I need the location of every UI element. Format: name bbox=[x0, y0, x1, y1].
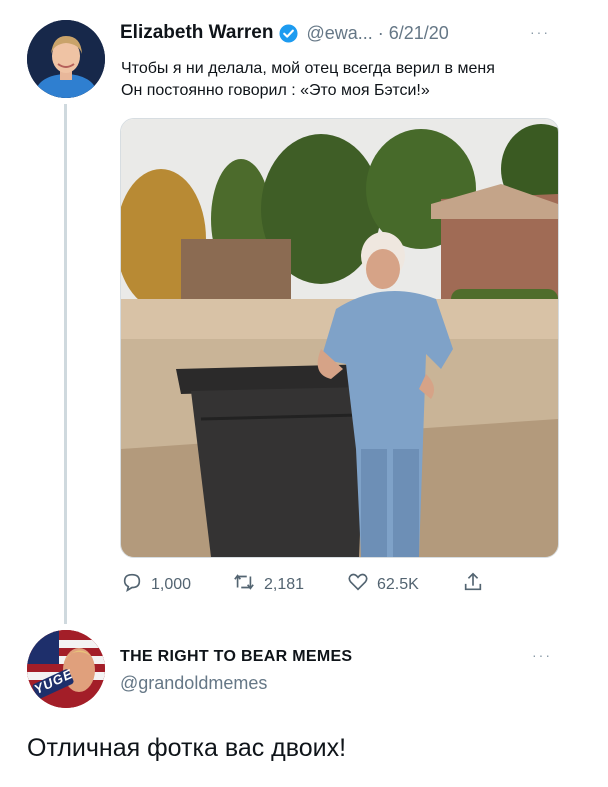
tweet-photo[interactable] bbox=[120, 118, 559, 558]
reply-count: 1,000 bbox=[151, 575, 192, 593]
thread-line bbox=[64, 104, 67, 624]
reply-author-handle[interactable]: @grandoldmemes bbox=[120, 673, 267, 694]
reply-avatar[interactable]: YUGE bbox=[27, 630, 105, 708]
author-name[interactable]: Elizabeth Warren bbox=[120, 22, 273, 44]
reply-author-name[interactable]: THE RIGHT TO BEAR MEMES bbox=[120, 648, 352, 666]
tweet-photo-image bbox=[121, 119, 558, 557]
tweet-text: Чтобы я ни делала, мой отец всегда верил… bbox=[121, 58, 601, 102]
retweet-count: 2,181 bbox=[264, 575, 305, 593]
author-handle-date[interactable]: @ewa... · 6/21/20 bbox=[306, 23, 448, 44]
reply-text: Отличная фотка вас двоих! bbox=[27, 734, 347, 762]
author-avatar[interactable] bbox=[27, 20, 105, 98]
author-avatar-image bbox=[27, 20, 105, 98]
share-icon bbox=[462, 570, 484, 599]
share-action[interactable] bbox=[462, 570, 484, 599]
tweet-text-line-2: Он постоянно говорил : «Это моя Бэтси!» bbox=[121, 82, 430, 99]
reply-icon bbox=[121, 571, 143, 598]
more-options-icon[interactable]: ··· bbox=[530, 24, 550, 40]
verified-badge-icon bbox=[279, 23, 298, 43]
retweet-action[interactable]: 2,181 bbox=[232, 571, 304, 598]
tweet-header: Elizabeth Warren @ewa... · 6/21/20 bbox=[120, 20, 449, 46]
reply-more-options-icon[interactable]: ··· bbox=[532, 647, 552, 663]
reply-action[interactable]: 1,000 bbox=[121, 571, 191, 598]
like-action[interactable]: 62.5K bbox=[347, 571, 419, 598]
tweet-text-line-1: Чтобы я ни делала, мой отец всегда верил… bbox=[121, 60, 495, 77]
like-icon bbox=[347, 571, 369, 598]
like-count: 62.5K bbox=[377, 575, 419, 593]
retweet-icon bbox=[232, 571, 256, 598]
